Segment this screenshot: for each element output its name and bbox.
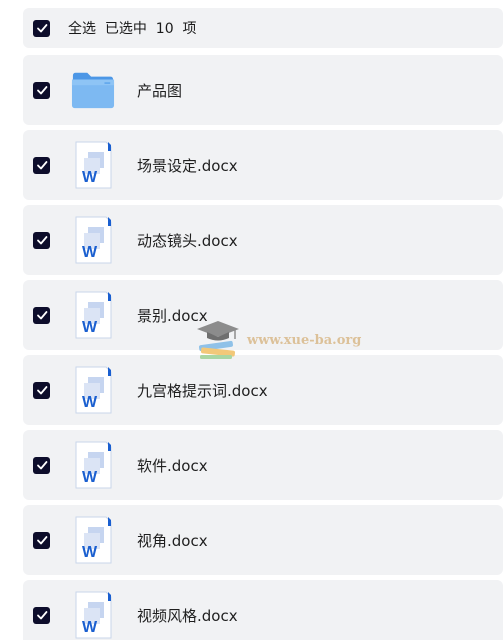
file-name: 软件.docx [137,456,208,475]
list-item[interactable]: W 动态镜头.docx [23,205,503,275]
item-checkbox[interactable] [33,606,50,624]
checkmark-icon [36,86,47,95]
checkmark-icon [36,461,47,470]
checkmark-icon [36,536,47,545]
item-checkbox[interactable] [33,306,50,324]
svg-text:W: W [82,469,98,486]
checkmark-icon [36,311,47,320]
item-checkbox[interactable] [33,381,50,399]
item-checkbox[interactable] [33,81,50,99]
list-item[interactable]: W 视频风格.docx [23,580,503,640]
item-checkbox[interactable] [33,231,50,249]
select-all-checkbox[interactable] [33,19,50,37]
word-document-icon: W [71,290,115,340]
svg-text:W: W [82,619,98,636]
checkmark-icon [36,236,47,245]
word-document-icon: W [71,440,115,490]
file-name: 产品图 [137,81,183,100]
file-name: 视频风格.docx [137,606,238,625]
item-checkbox[interactable] [33,156,50,174]
list-item[interactable]: W 景别.docx [23,280,503,350]
svg-text:W: W [82,319,98,336]
item-checkbox[interactable] [33,456,50,474]
svg-text:W: W [82,244,98,261]
word-document-icon: W [71,140,115,190]
file-name: 景别.docx [137,306,208,325]
file-name: 九宫格提示词.docx [137,381,268,400]
select-all-bar[interactable]: 全选 已选中 10 项 [23,8,503,48]
list-item[interactable]: 产品图 [23,55,503,125]
word-document-icon: W [71,590,115,640]
file-name: 场景设定.docx [137,156,238,175]
checkmark-icon [36,611,47,620]
item-checkbox[interactable] [33,531,50,549]
svg-text:W: W [82,544,98,561]
list-item[interactable]: W 视角.docx [23,505,503,575]
selection-count-label: 全选 已选中 10 项 [68,21,197,37]
file-list: 产品图 W 场景设定.docx W 动态镜头.docx W 景别.docx W … [23,55,503,640]
checkmark-icon [36,161,47,170]
file-name: 动态镜头.docx [137,231,238,250]
svg-text:W: W [82,169,98,186]
word-document-icon: W [71,215,115,265]
list-item[interactable]: W 九宫格提示词.docx [23,355,503,425]
list-item[interactable]: W 软件.docx [23,430,503,500]
file-selection-screen: 全选 已选中 10 项 产品图 W 场景设定.docx W 动态镜头.docx … [0,0,503,640]
svg-text:W: W [82,394,98,411]
folder-icon [71,65,115,115]
word-document-icon: W [71,515,115,565]
word-document-icon: W [71,365,115,415]
list-item[interactable]: W 场景设定.docx [23,130,503,200]
checkmark-icon [36,24,47,33]
file-name: 视角.docx [137,531,208,550]
checkmark-icon [36,386,47,395]
